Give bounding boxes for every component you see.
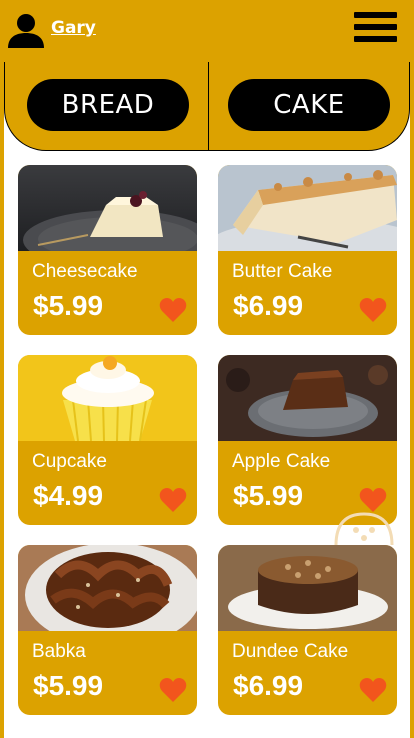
product-card-babka[interactable]: Babka $5.99 <box>18 545 197 715</box>
main-content: BREAD CAKE Cheesecake $5.99 Butter Cake … <box>4 62 410 738</box>
product-name: Dundee Cake <box>232 641 349 662</box>
product-price: $4.99 <box>33 480 104 511</box>
top-bar: Gary <box>0 0 414 60</box>
heart-icon[interactable] <box>159 297 187 323</box>
product-card-apple-cake[interactable]: Apple Cake $5.99 <box>218 355 397 525</box>
product-card-dundee-cake[interactable]: Dundee Cake $6.99 <box>218 545 397 715</box>
product-price: $6.99 <box>233 670 304 701</box>
product-price: $5.99 <box>233 480 304 511</box>
tab-bread[interactable]: BREAD <box>27 79 189 131</box>
heart-icon[interactable] <box>159 487 187 513</box>
product-price: $6.99 <box>233 290 304 321</box>
tab-cake[interactable]: CAKE <box>228 79 390 131</box>
product-name: Cupcake <box>32 451 107 472</box>
product-image <box>218 165 397 251</box>
user-icon[interactable] <box>7 13 45 49</box>
product-image <box>18 165 197 251</box>
category-tabs: BREAD CAKE <box>4 62 410 151</box>
heart-icon[interactable] <box>359 297 387 323</box>
heart-icon[interactable] <box>359 487 387 513</box>
hamburger-menu-icon[interactable] <box>354 12 397 49</box>
product-name: Cheesecake <box>32 261 138 282</box>
tab-divider <box>208 62 209 151</box>
product-card-cheesecake[interactable]: Cheesecake $5.99 <box>18 165 197 335</box>
product-name: Apple Cake <box>232 451 331 472</box>
product-image <box>218 355 397 441</box>
product-image <box>18 545 197 631</box>
heart-icon[interactable] <box>159 677 187 703</box>
product-price: $5.99 <box>33 290 104 321</box>
product-image <box>18 355 197 441</box>
product-card-cupcake[interactable]: Cupcake $4.99 <box>18 355 197 525</box>
product-image <box>218 545 397 631</box>
product-card-butter-cake[interactable]: Butter Cake $6.99 <box>218 165 397 335</box>
heart-icon[interactable] <box>359 677 387 703</box>
username-link[interactable]: Gary <box>51 18 96 38</box>
product-price: $5.99 <box>33 670 104 701</box>
product-name: Babka <box>32 641 86 662</box>
product-name: Butter Cake <box>232 261 333 282</box>
watermark-icon <box>334 512 394 546</box>
